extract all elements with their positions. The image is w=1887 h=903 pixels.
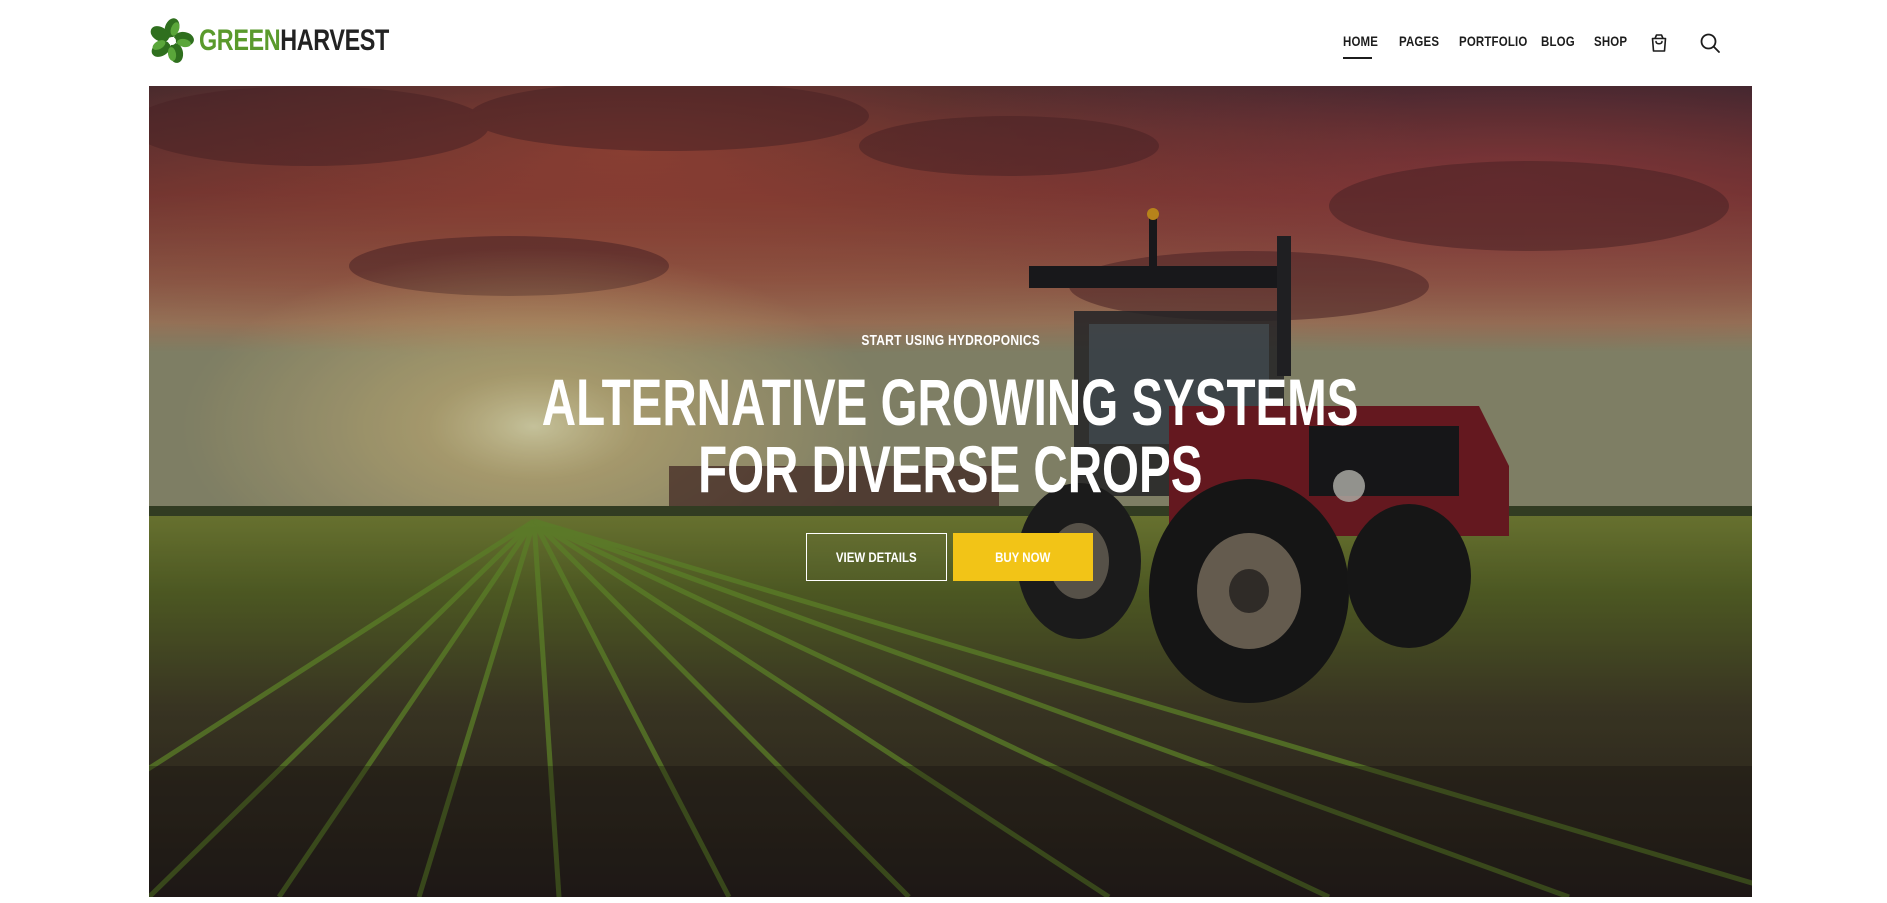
hero-headline-line2-text: FOR DIVERSE CROPS	[698, 432, 1203, 506]
nav-item-pages[interactable]: PAGES	[1399, 33, 1439, 49]
search-button[interactable]	[1697, 30, 1723, 56]
view-details-label: VIEW DETAILS	[836, 549, 917, 565]
brand-name-dark: HARVEST	[280, 24, 389, 57]
shopping-bag-icon	[1651, 34, 1667, 52]
site-logo[interactable]: GREENHARVEST	[149, 17, 443, 65]
cart-button[interactable]	[1646, 30, 1672, 56]
site-header: GREENHARVEST HOME PAGES PORTFOLIO BLOG S…	[0, 0, 1887, 86]
hero-banner: START USING HYDROPONICS ALTERNATIVE GROW…	[149, 86, 1752, 897]
nav-active-underline	[1343, 57, 1372, 59]
hero-headline-line2: FOR DIVERSE CROPS	[149, 435, 1752, 503]
hero-content: START USING HYDROPONICS ALTERNATIVE GROW…	[149, 86, 1752, 897]
search-icon	[1700, 33, 1720, 53]
nav-item-blog[interactable]: BLOG	[1541, 33, 1575, 49]
nav-item-shop[interactable]: SHOP	[1594, 33, 1627, 49]
view-details-button[interactable]: VIEW DETAILS	[806, 533, 947, 581]
hero-eyebrow: START USING HYDROPONICS	[149, 332, 1752, 349]
hero-headline-line1: ALTERNATIVE GROWING SYSTEMS	[149, 368, 1752, 436]
brand-name-green: GREEN	[199, 24, 281, 57]
hero-headline-line1-text: ALTERNATIVE GROWING SYSTEMS	[542, 365, 1359, 439]
hero-eyebrow-text: START USING HYDROPONICS	[861, 332, 1040, 349]
buy-now-label: BUY NOW	[995, 549, 1051, 565]
nav-item-portfolio[interactable]: PORTFOLIO	[1459, 33, 1527, 49]
nav-item-home[interactable]: HOME	[1343, 33, 1378, 49]
buy-now-button[interactable]: BUY NOW	[953, 533, 1093, 581]
brand-name: GREENHARVEST	[199, 17, 389, 65]
clover-leaf-icon	[150, 18, 194, 63]
